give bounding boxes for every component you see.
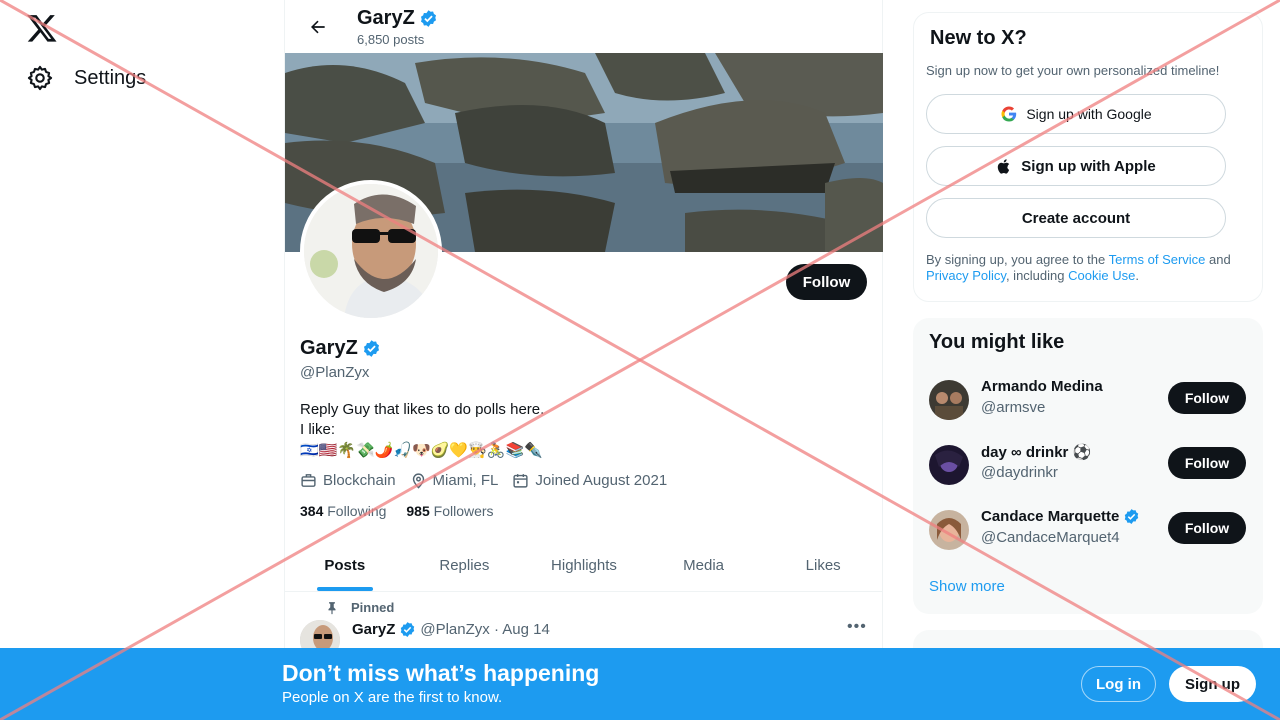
tweet-author[interactable]: GaryZ — [352, 621, 395, 638]
post-count: 6,850 posts — [357, 31, 425, 47]
legal-and: and — [1205, 252, 1231, 267]
profile-bio: Reply Guy that likes to do polls here. I… — [300, 400, 544, 460]
location-text: Miami, FL — [432, 472, 499, 489]
header-name-text: GaryZ — [357, 6, 415, 29]
suggestion-name: day ∞ drinkr ⚽ — [981, 444, 1092, 461]
new-to-x-subtitle: Sign up now to get your own personalized… — [926, 63, 1220, 78]
terms-link[interactable]: Terms of Service — [1109, 252, 1206, 267]
banner-subtitle: People on X are the first to know. — [282, 689, 503, 706]
tab-posts[interactable]: Posts — [285, 540, 405, 591]
suggestion-handle: @CandaceMarquet4 — [981, 529, 1120, 546]
profile-topbar: GaryZ 6,850 posts — [285, 0, 882, 53]
suggestion-avatar[interactable] — [929, 510, 969, 550]
new-to-x-card: New to X? Sign up now to get your own pe… — [913, 12, 1263, 302]
signup-banner: Don’t miss what’s happening People on X … — [0, 648, 1280, 720]
profile-meta: Blockchain Miami, FL Joined August 2021 — [300, 472, 667, 489]
suggestion-handle: @armsve — [981, 399, 1046, 416]
meta-location: Miami, FL — [410, 472, 499, 489]
you-might-like-title: You might like — [929, 331, 1065, 353]
new-to-x-title: New to X? — [930, 27, 1027, 49]
suggestion-follow-button[interactable]: Follow — [1168, 512, 1246, 544]
google-icon — [1001, 106, 1017, 122]
suggestion-follow-button[interactable]: Follow — [1168, 382, 1246, 414]
tab-likes[interactable]: Likes — [763, 540, 883, 591]
followers-link[interactable]: 985 Followers — [406, 503, 493, 519]
verified-badge-icon — [1125, 509, 1139, 524]
more-icon[interactable]: ••• — [847, 618, 867, 636]
profile-handle: @PlanZyx — [300, 364, 370, 381]
pinned-indicator: Pinned — [325, 600, 394, 615]
tweet-header: GaryZ @PlanZyx · Aug 14 — [352, 621, 550, 638]
x-logo-icon[interactable] — [26, 12, 58, 44]
login-button[interactable]: Log in — [1081, 666, 1156, 702]
following-count: 384 — [300, 503, 324, 519]
signup-apple-button[interactable]: Sign up with Apple — [926, 146, 1226, 186]
back-arrow-icon — [311, 20, 325, 33]
legal-text: By signing up, you agree to the Terms of… — [926, 252, 1246, 284]
suggestion-handle: @daydrinkr — [981, 464, 1058, 481]
suggestion-follow-button[interactable]: Follow — [1168, 447, 1246, 479]
show-more-link[interactable]: Show more — [929, 578, 1005, 595]
following-label: Following — [327, 503, 387, 519]
bio-line-1: Reply Guy that likes to do polls here. — [300, 401, 545, 418]
profile-tabs: Posts Replies Highlights Media Likes — [285, 540, 883, 592]
signup-button[interactable]: Sign up — [1169, 666, 1256, 702]
tweet-handle-date: @PlanZyx · Aug 14 — [420, 621, 550, 638]
apple-icon — [998, 158, 1010, 174]
tab-replies[interactable]: Replies — [405, 540, 525, 591]
signup-google-button[interactable]: Sign up with Google — [926, 94, 1226, 134]
cookie-link[interactable]: Cookie Use — [1068, 268, 1135, 283]
banner-title: Don’t miss what’s happening — [282, 660, 600, 686]
joined-text: Joined August 2021 — [535, 472, 668, 489]
tab-highlights[interactable]: Highlights — [524, 540, 644, 591]
briefcase-icon — [301, 474, 316, 487]
followers-count: 985 — [406, 503, 430, 519]
suggestion-name: Candace Marquette — [981, 508, 1140, 525]
profile-name: GaryZ — [300, 337, 381, 360]
you-might-like-card: You might like Armando Medina @armsve Fo… — [913, 318, 1263, 614]
pin-icon — [328, 601, 336, 614]
signup-google-label: Sign up with Google — [1026, 106, 1152, 122]
following-link[interactable]: 384 Following — [300, 503, 386, 519]
signup-apple-label: Sign up with Apple — [1021, 157, 1156, 175]
header-name: GaryZ — [357, 7, 438, 30]
create-account-button[interactable]: Create account — [926, 198, 1226, 238]
follow-button[interactable]: Follow — [786, 264, 867, 300]
meta-joined: Joined August 2021 — [512, 472, 667, 489]
profile-stats: 384 Following 985 Followers — [300, 503, 494, 519]
back-button[interactable] — [301, 10, 335, 44]
profile-name-text: GaryZ — [300, 337, 358, 359]
left-nav: Settings — [0, 0, 284, 720]
gear-icon — [27, 65, 53, 91]
location-pin-icon — [412, 473, 424, 489]
legal-including: , including — [1005, 268, 1069, 283]
nav-settings[interactable]: Settings — [26, 64, 146, 92]
suggestion-name-text: Candace Marquette — [981, 508, 1120, 525]
suggestion-avatar[interactable] — [929, 445, 969, 485]
suggestion-avatar[interactable] — [929, 380, 969, 420]
tab-media[interactable]: Media — [644, 540, 764, 591]
suggestion-item[interactable]: day ∞ drinkr ⚽ @daydrinkr Follow — [929, 443, 1247, 487]
bio-line-2: I like: — [300, 421, 336, 438]
verified-badge-icon — [363, 340, 379, 357]
settings-label: Settings — [74, 66, 147, 89]
category-text: Blockchain — [323, 472, 396, 489]
bio-emojis: 🇮🇱🇺🇸🌴💸🌶️🎣🐶🥑💛👨‍🍳🚴📚✒️ — [300, 441, 543, 459]
calendar-icon — [513, 474, 528, 488]
verified-badge-icon — [401, 622, 415, 637]
legal-end: . — [1135, 268, 1139, 283]
profile-avatar[interactable] — [300, 180, 442, 322]
privacy-link[interactable]: Privacy Policy — [926, 268, 1006, 283]
legal-prefix: By signing up, you agree to the — [926, 252, 1109, 267]
meta-category: Blockchain — [300, 472, 396, 489]
suggestion-name: Armando Medina — [981, 378, 1103, 395]
verified-badge-icon — [420, 9, 436, 27]
suggestion-item[interactable]: Candace Marquette @CandaceMarquet4 Follo… — [929, 508, 1247, 552]
profile-column: GaryZ 6,850 posts Follow GaryZ @PlanZyx … — [284, 0, 883, 720]
suggestion-item[interactable]: Armando Medina @armsve Follow — [929, 378, 1247, 422]
pinned-label: Pinned — [351, 600, 395, 615]
followers-label: Followers — [433, 503, 494, 519]
